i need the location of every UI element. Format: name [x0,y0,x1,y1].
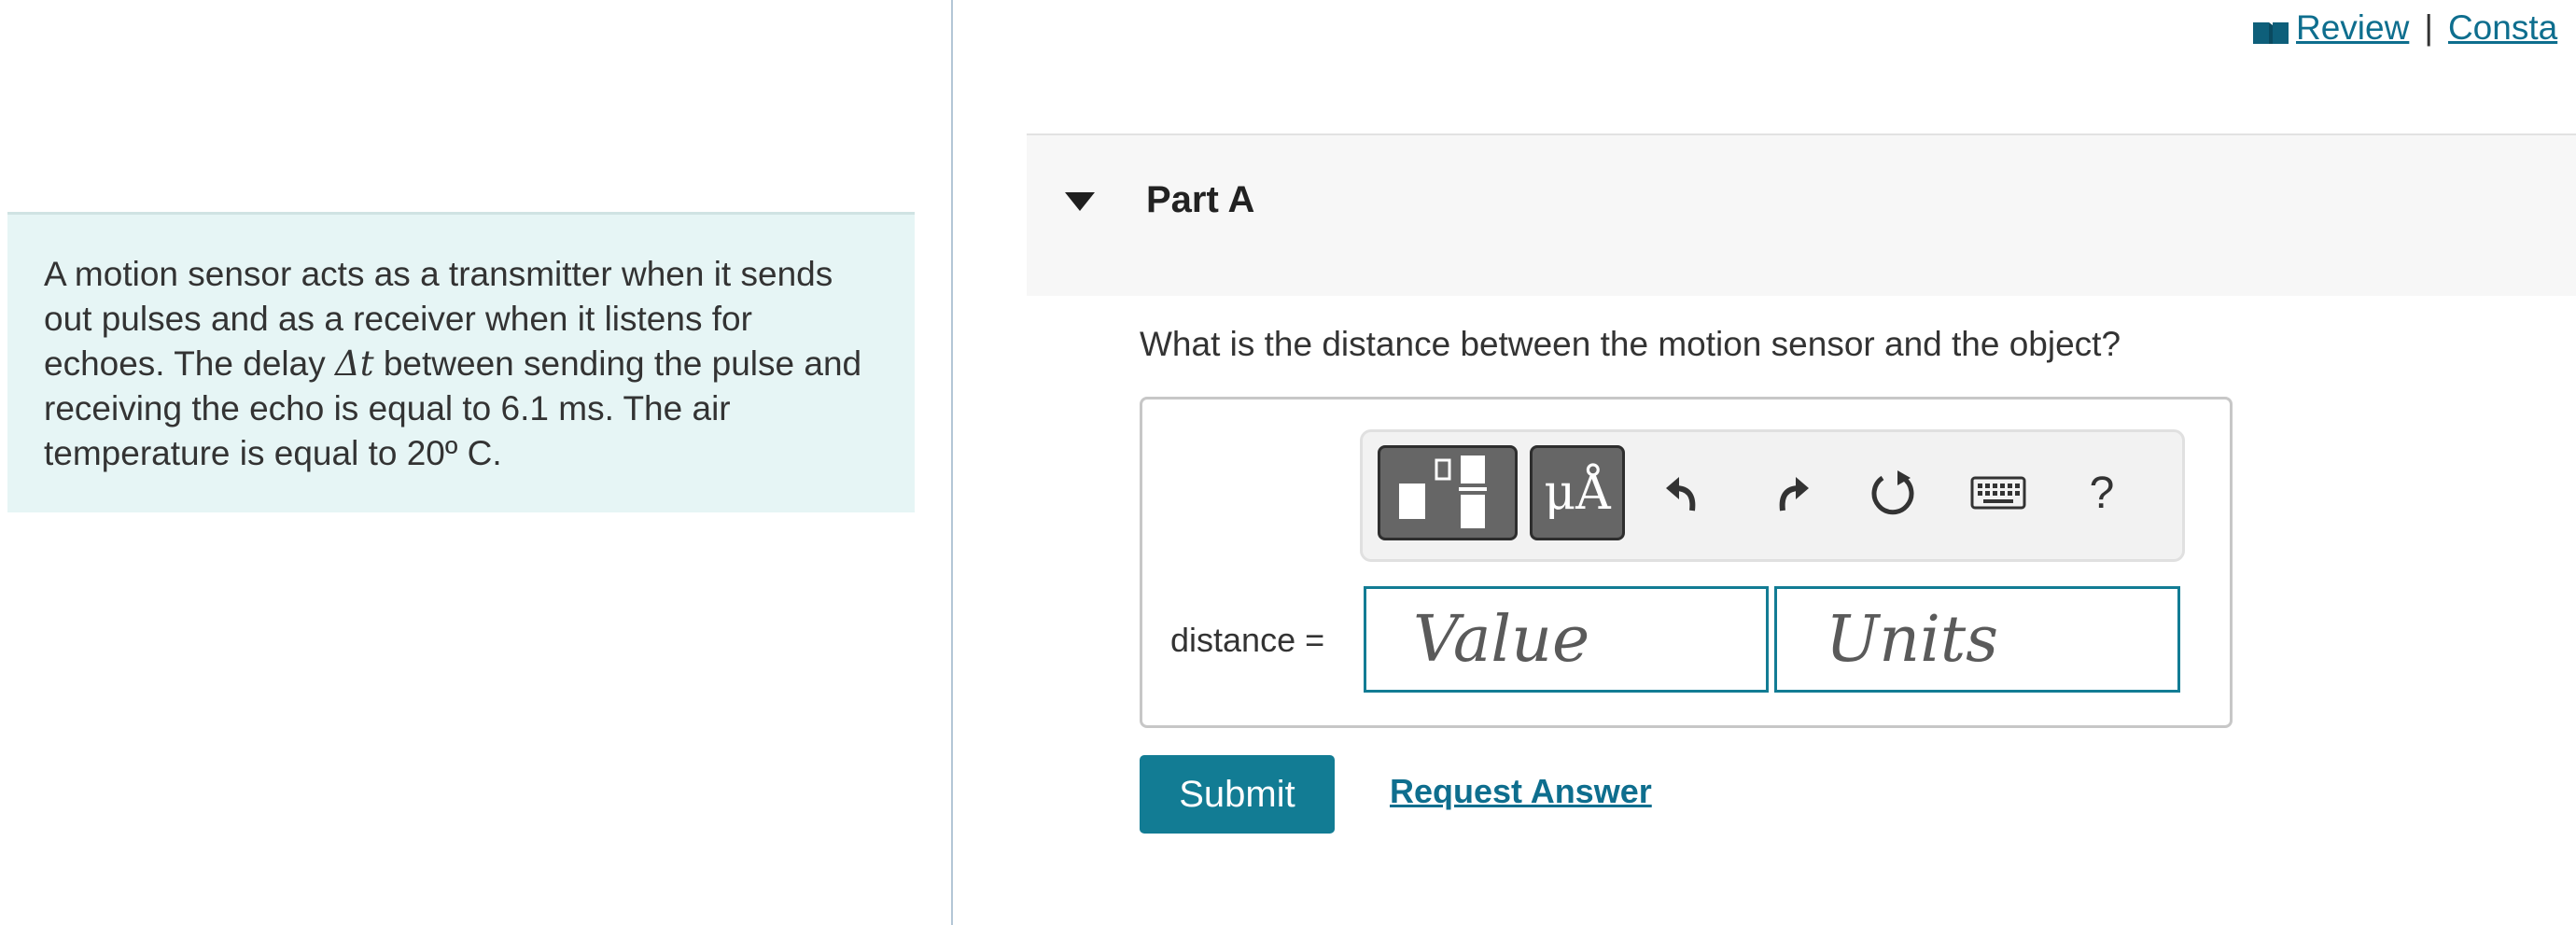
value-input[interactable] [1364,586,1769,693]
units-button[interactable]: μÅ [1530,445,1625,540]
collapse-caret-icon[interactable] [1065,192,1095,211]
undo-icon[interactable] [1664,464,1701,522]
keyboard-icon[interactable] [1970,464,2026,522]
pane-divider[interactable] [951,0,953,925]
problem-panel: A motion sensor acts as a transmitter wh… [7,212,915,512]
part-title: Part A [1146,179,1255,220]
redo-icon[interactable] [1773,464,1811,522]
help-button[interactable]: ? [2083,464,2121,522]
delay-symbol: Δt [334,343,374,384]
book-icon [2251,15,2290,44]
distance-label: distance = [1170,621,1325,659]
request-answer-link[interactable]: Request Answer [1390,772,1652,811]
reset-icon[interactable] [1869,464,1916,522]
constants-link[interactable]: Consta [2448,8,2557,48]
templates-button[interactable] [1378,445,1518,540]
link-separator: | [2424,8,2433,47]
part-header[interactable] [1027,135,2576,296]
units-input[interactable] [1774,586,2180,693]
fraction-template-icon [1399,455,1487,528]
submit-button[interactable]: Submit [1140,755,1335,834]
problem-text: A motion sensor acts as a transmitter wh… [44,252,881,476]
top-links: Review | Consta [2251,7,2557,49]
question-text: What is the distance between the motion … [1140,325,2121,363]
review-link[interactable]: Review [2296,8,2409,48]
